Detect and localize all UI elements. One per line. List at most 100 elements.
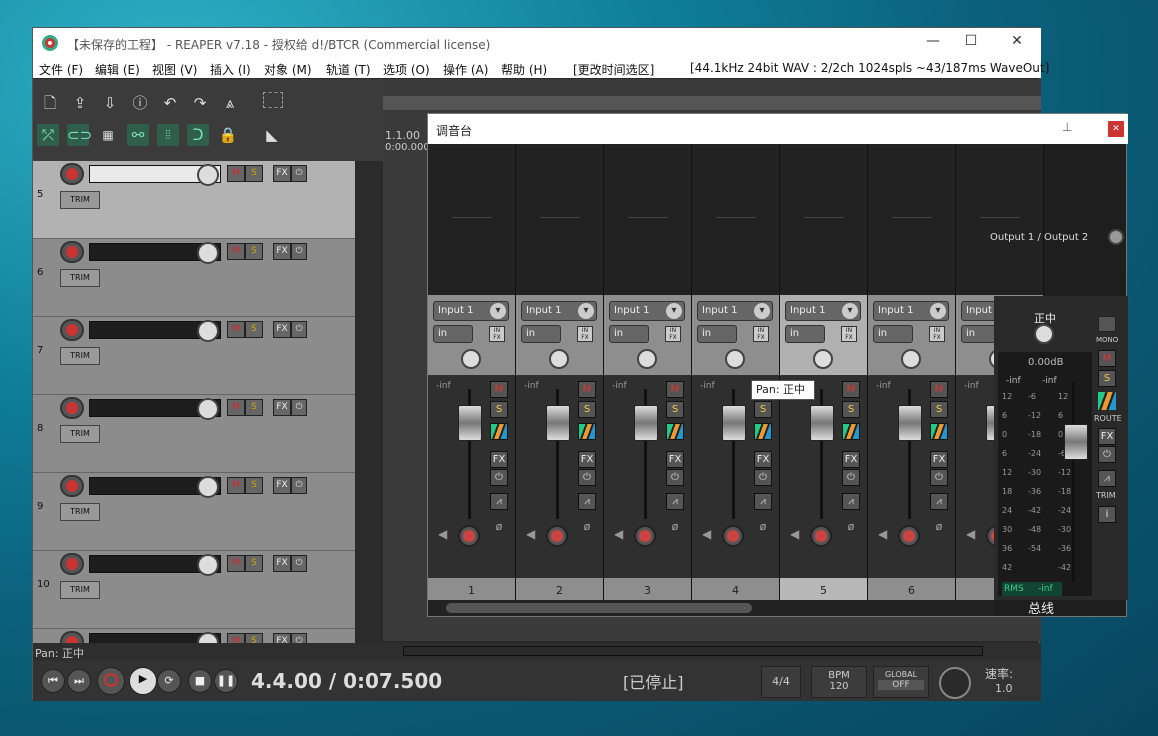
volume-fader[interactable] xyxy=(898,405,922,441)
fx-bypass-icon[interactable]: ⏻ xyxy=(754,469,772,486)
fx-button[interactable]: FX xyxy=(842,451,860,468)
input-select[interactable]: Input 1 xyxy=(785,301,861,321)
route-icon[interactable] xyxy=(666,423,684,440)
volume-fader[interactable] xyxy=(634,405,658,441)
track-solo-button[interactable]: S xyxy=(245,321,263,338)
channel-number[interactable]: 4 xyxy=(692,578,779,600)
menu-actions[interactable]: 操作 (A) xyxy=(443,61,488,78)
lock-icon[interactable]: 🔒 xyxy=(217,124,239,146)
fx-bypass-icon[interactable]: ⏻ xyxy=(578,469,596,486)
track-fx-button[interactable]: FX xyxy=(273,165,291,182)
metronome-icon[interactable]: ⩓ xyxy=(219,92,241,114)
input-fx-button[interactable]: IN FX xyxy=(577,326,593,342)
menu-time-selection[interactable]: [更改时间选区] xyxy=(573,61,654,78)
track-fx-bypass-icon[interactable]: ⏻ xyxy=(291,243,307,260)
phase-invert-icon[interactable]: ø xyxy=(930,520,948,538)
route-icon[interactable] xyxy=(930,423,948,440)
volume-fader[interactable] xyxy=(458,405,482,441)
track-solo-button[interactable]: S xyxy=(245,477,263,494)
fx-insert-area[interactable] xyxy=(428,145,515,295)
save-project-icon[interactable]: ⇩ xyxy=(99,92,121,114)
volume-fader[interactable] xyxy=(546,405,570,441)
track-solo-button[interactable]: S xyxy=(245,165,263,182)
phase-invert-icon[interactable]: ø xyxy=(842,520,860,538)
record-arm-button[interactable] xyxy=(634,525,656,547)
track-fx-bypass-icon[interactable]: ⏻ xyxy=(291,165,307,182)
record-arm-button[interactable] xyxy=(810,525,832,547)
phase-invert-icon[interactable]: ø xyxy=(578,520,596,538)
mute-button[interactable]: M xyxy=(578,381,596,398)
fx-insert-area[interactable] xyxy=(692,145,779,295)
route-icon[interactable] xyxy=(842,423,860,440)
track-fx-bypass-icon[interactable]: ⏻ xyxy=(291,321,307,338)
maximize-button[interactable]: ☐ xyxy=(961,33,981,53)
playrate-knob[interactable] xyxy=(939,667,971,699)
channel-number[interactable]: 3 xyxy=(604,578,691,600)
fx-bypass-icon[interactable]: ⏻ xyxy=(666,469,684,486)
grid-icon[interactable]: ▦ xyxy=(97,124,119,146)
volume-fader[interactable] xyxy=(810,405,834,441)
track-trim-button[interactable]: TRIM xyxy=(60,269,100,287)
menu-help[interactable]: 帮助 (H) xyxy=(501,61,547,78)
menu-track[interactable]: 轨道 (T) xyxy=(326,61,371,78)
master-fader[interactable] xyxy=(1064,424,1088,460)
track-trim-button[interactable]: TRIM xyxy=(60,503,100,521)
pan-knob[interactable] xyxy=(461,349,481,369)
channel-number[interactable]: 5 xyxy=(780,578,867,600)
solo-button[interactable]: S xyxy=(842,401,860,418)
input-mode-select[interactable]: in xyxy=(609,325,649,343)
master-output-label[interactable]: Output 1 / Output 2 xyxy=(990,232,1088,243)
phase-invert-icon[interactable]: ø xyxy=(666,520,684,538)
new-project-icon[interactable]: 🗋 xyxy=(39,92,61,114)
track-mute-button[interactable]: M xyxy=(227,477,245,494)
play-button[interactable]: ▶ xyxy=(129,667,157,695)
repeat-button[interactable]: ⟳ xyxy=(157,669,181,693)
envelope-icon[interactable]: ⩘ xyxy=(842,493,860,510)
input-mode-select[interactable]: in xyxy=(521,325,561,343)
record-arm-button[interactable] xyxy=(722,525,744,547)
pan-knob[interactable] xyxy=(725,349,745,369)
mute-button[interactable]: M xyxy=(666,381,684,398)
open-project-icon[interactable]: ⇪ xyxy=(69,92,91,114)
stop-button[interactable]: ■ xyxy=(188,669,212,693)
track-trim-button[interactable]: TRIM xyxy=(60,191,100,209)
route-icon[interactable] xyxy=(1098,392,1116,410)
track-mute-button[interactable]: M xyxy=(227,165,245,182)
track-row[interactable]: 6 M S FX ⏻ TRIM xyxy=(33,239,355,317)
menu-insert[interactable]: 插入 (I) xyxy=(210,61,251,78)
track-row[interactable]: 5 M S FX ⏻ TRIM xyxy=(33,161,355,239)
track-solo-button[interactable]: S xyxy=(245,399,263,416)
track-volume-knob[interactable] xyxy=(197,242,219,264)
input-fx-button[interactable]: IN FX xyxy=(841,326,857,342)
track-mute-button[interactable]: M xyxy=(227,555,245,572)
track-fx-button[interactable]: FX xyxy=(273,555,291,572)
track-trim-button[interactable]: TRIM xyxy=(60,347,100,365)
envelope-icon[interactable]: ⩘ xyxy=(930,493,948,510)
envelope-icon[interactable]: ⩘ xyxy=(666,493,684,510)
input-select[interactable]: Input 1 xyxy=(433,301,509,321)
track-solo-button[interactable]: S xyxy=(245,633,263,643)
envelope-icon[interactable]: ⩘ xyxy=(754,493,772,510)
mixer-hscroll-thumb[interactable] xyxy=(446,603,752,613)
fx-button[interactable]: FX xyxy=(490,451,508,468)
track-fx-bypass-icon[interactable]: ⏻ xyxy=(291,555,307,572)
track-fx-button[interactable]: FX xyxy=(273,477,291,494)
track-fx-button[interactable]: FX xyxy=(273,321,291,338)
track-trim-button[interactable]: TRIM xyxy=(60,581,100,599)
record-arm-button[interactable] xyxy=(546,525,568,547)
pan-knob[interactable] xyxy=(813,349,833,369)
solo-button[interactable]: S xyxy=(490,401,508,418)
master-volume[interactable]: 0.00dB xyxy=(1028,357,1063,368)
track-fx-bypass-icon[interactable]: ⏻ xyxy=(291,399,307,416)
input-fx-button[interactable]: IN FX xyxy=(489,326,505,342)
ripple-edit-icon[interactable]: ⤱ xyxy=(37,124,59,146)
route-icon[interactable] xyxy=(490,423,508,440)
fx-insert-area[interactable] xyxy=(956,145,1043,295)
rate-value[interactable]: 1.0 xyxy=(995,682,1013,695)
input-mode-select[interactable]: in xyxy=(873,325,913,343)
fx-button[interactable]: FX xyxy=(666,451,684,468)
input-mode-select[interactable]: in xyxy=(697,325,737,343)
channel-number[interactable]: 2 xyxy=(516,578,603,600)
phase-invert-icon[interactable]: ø xyxy=(754,520,772,538)
record-arm-button[interactable] xyxy=(898,525,920,547)
